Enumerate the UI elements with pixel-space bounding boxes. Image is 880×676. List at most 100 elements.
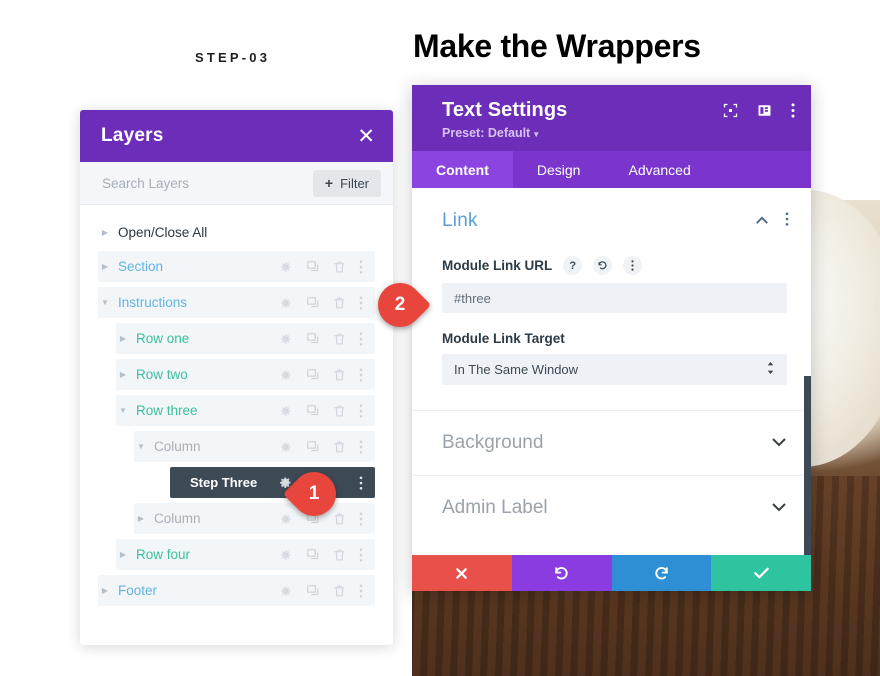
table-row[interactable]: ▶ Row four [116,539,375,570]
kebab-menu-icon[interactable] [359,475,363,490]
table-row[interactable]: ▼ Row three [116,395,375,426]
duplicate-icon[interactable] [306,584,320,598]
duplicate-icon[interactable] [306,260,320,274]
settings-content: Link Module Link URL ? Module Link Targe… [412,188,811,555]
trash-icon[interactable] [333,296,346,310]
close-icon[interactable]: ✕ [357,126,375,147]
gear-icon[interactable] [279,260,293,274]
layout-panel-icon[interactable] [757,103,772,123]
chevron-right-icon[interactable]: ▶ [98,228,112,237]
table-row[interactable]: ▶ Row two [116,359,375,390]
question-mark-icon[interactable]: ? [563,256,583,275]
gear-icon[interactable] [279,332,293,346]
table-row[interactable]: ▶ Row one [116,323,375,354]
cancel-button[interactable] [412,555,512,591]
link-section: Link [412,188,811,238]
step-label: STEP-03 [195,50,271,65]
trash-icon[interactable] [333,440,346,454]
module-link-target-select[interactable]: In The Same Window [442,354,787,385]
kebab-menu-icon[interactable] [359,331,363,346]
kebab-menu-icon[interactable] [785,211,789,231]
duplicate-icon[interactable] [306,548,320,562]
chevron-up-icon[interactable] [755,212,769,230]
tab-design[interactable]: Design [513,151,605,188]
layer-row-open-close-all[interactable]: ▶ Open/Close All [98,217,375,248]
filter-button[interactable]: + Filter [312,169,381,197]
open-close-all-label: Open/Close All [118,225,208,240]
gear-icon[interactable] [279,368,293,382]
duplicate-icon[interactable] [306,404,320,418]
undo-icon[interactable] [593,256,613,275]
trash-icon[interactable] [333,368,346,382]
duplicate-icon[interactable] [306,332,320,346]
gear-icon[interactable] [279,440,293,454]
tab-content[interactable]: Content [412,151,513,188]
plus-icon: + [324,175,334,191]
kebab-menu-icon[interactable] [359,547,363,562]
settings-header-actions [723,99,795,123]
kebab-menu-icon[interactable] [623,256,643,275]
chevron-down-icon: ▼ [532,130,541,139]
duplicate-icon[interactable] [306,440,320,454]
chevron-right-icon[interactable]: ▶ [98,262,112,271]
chevron-down-icon[interactable] [771,499,787,517]
kebab-menu-icon[interactable] [359,439,363,454]
trash-icon[interactable] [333,404,346,418]
row-actions [279,439,375,454]
chevron-right-icon[interactable]: ▶ [116,334,130,343]
table-row[interactable]: ▶ Section [98,251,375,282]
trash-icon[interactable] [333,260,346,274]
table-row[interactable]: ▶ Column [134,503,375,534]
table-row[interactable]: ▶ Footer [98,575,375,606]
module-link-url-input[interactable] [442,283,787,313]
preset-selector[interactable]: Preset: Default ▼ [442,126,567,140]
background-section[interactable]: Background [412,410,811,475]
undo-button[interactable] [511,555,612,591]
chevron-down-icon[interactable] [771,434,787,452]
chevron-down-icon[interactable]: ▼ [98,298,112,307]
gear-icon[interactable] [279,404,293,418]
row-actions [279,367,375,382]
kebab-menu-icon[interactable] [791,103,795,123]
chevron-right-icon[interactable]: ▶ [134,514,148,523]
save-button[interactable] [711,555,811,591]
kebab-menu-icon[interactable] [359,367,363,382]
duplicate-icon[interactable] [306,368,320,382]
redo-button[interactable] [611,555,712,591]
gear-icon[interactable] [279,512,293,526]
layer-label: Row three [136,403,198,418]
table-row[interactable]: ▼ Column [134,431,375,462]
table-row[interactable]: ▼ Instructions [98,287,375,318]
chevron-right-icon[interactable]: ▶ [98,586,112,595]
settings-scrollbar[interactable] [804,376,811,555]
trash-icon[interactable] [333,548,346,562]
chevron-right-icon[interactable]: ▶ [116,550,130,559]
kebab-menu-icon[interactable] [359,259,363,274]
settings-action-bar [412,555,811,591]
gear-icon[interactable] [279,296,293,310]
callout-badge-2: 2 [368,273,432,337]
fullscreen-icon[interactable] [723,103,738,123]
trash-icon[interactable] [333,332,346,346]
kebab-menu-icon[interactable] [359,403,363,418]
kebab-menu-icon[interactable] [359,583,363,598]
gear-icon[interactable] [279,548,293,562]
tab-advanced[interactable]: Advanced [604,151,714,188]
search-input[interactable] [102,175,313,191]
gear-icon[interactable] [279,584,293,598]
chevron-down-icon[interactable]: ▼ [134,442,148,451]
table-row-selected[interactable]: ▶ Step Three [170,467,375,498]
kebab-menu-icon[interactable] [359,511,363,526]
trash-icon[interactable] [333,584,346,598]
chevron-down-icon[interactable]: ▼ [116,406,130,415]
row-actions [279,259,375,274]
kebab-menu-icon[interactable] [359,295,363,310]
settings-modal-title: Text Settings [442,99,568,121]
duplicate-icon[interactable] [306,296,320,310]
link-section-header[interactable]: Link [442,210,789,232]
module-link-target-label-row: Module Link Target [442,331,787,346]
admin-label-section[interactable]: Admin Label [412,475,811,540]
chevron-right-icon[interactable]: ▶ [116,370,130,379]
field-label: Module Link Target [442,331,565,346]
filter-button-label: Filter [340,175,369,191]
